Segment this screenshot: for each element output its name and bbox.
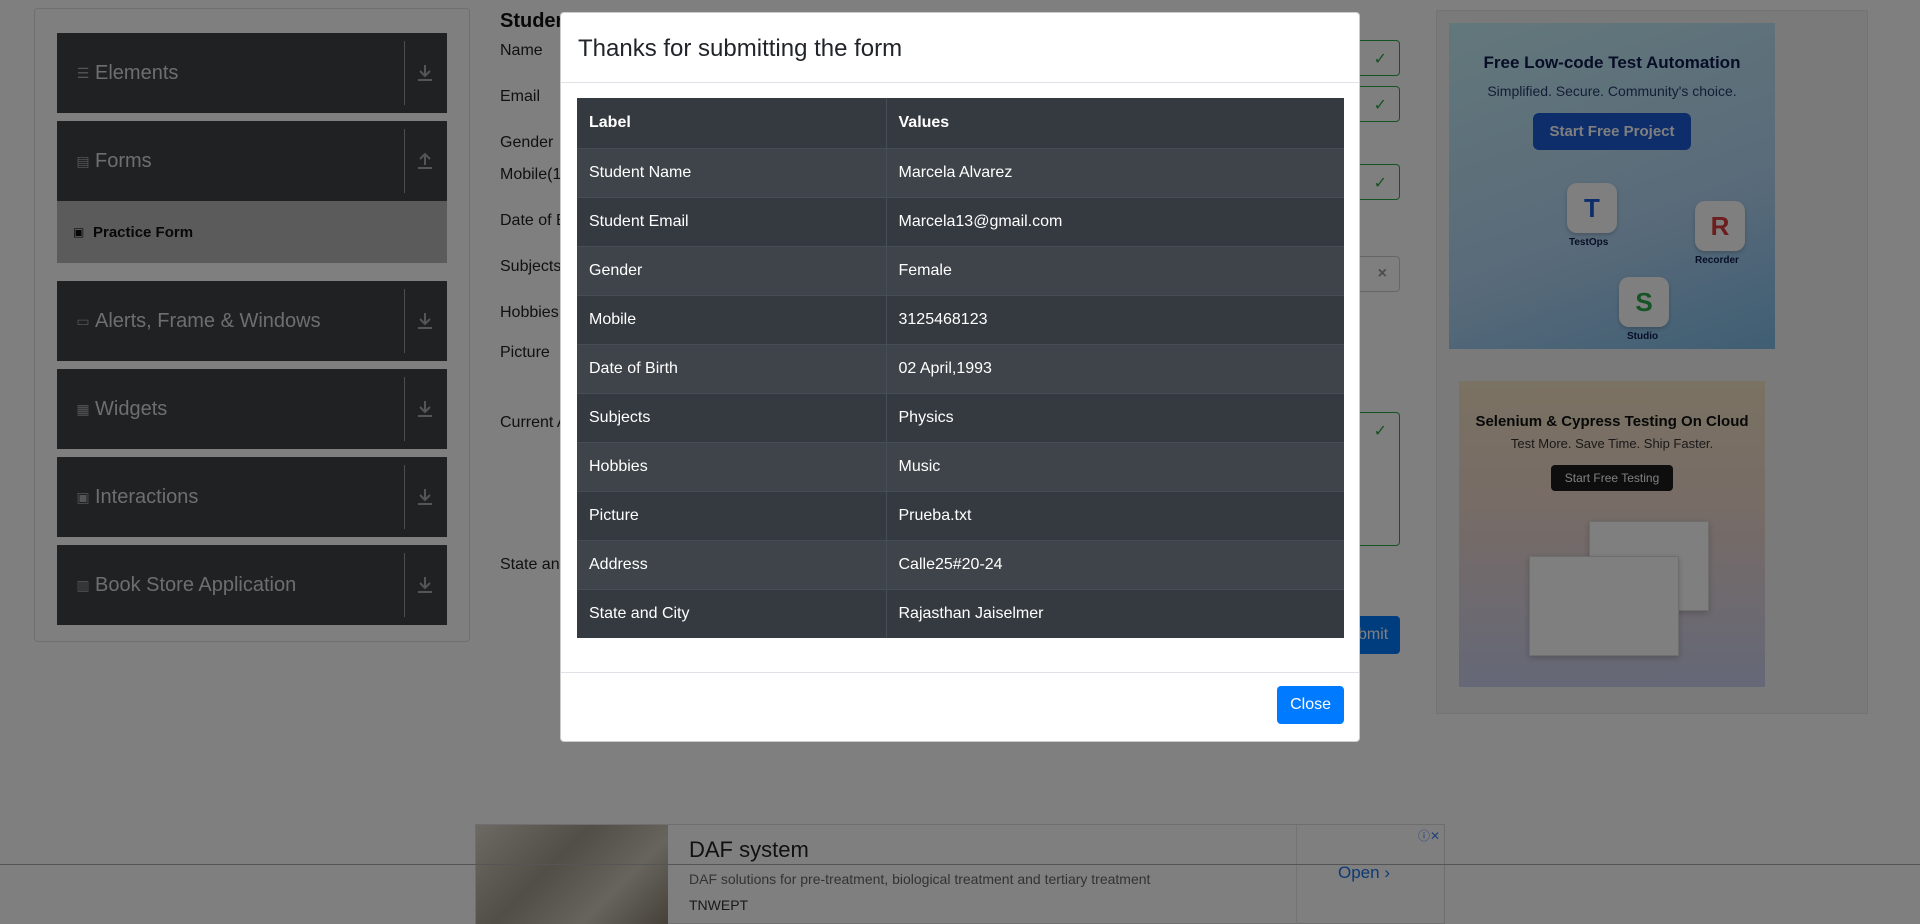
results-table: Label Values Student Name Marcela Alvarez…: [577, 98, 1344, 638]
row-label: Student Name: [577, 147, 887, 197]
row-value: Rajasthan Jaiselmer: [886, 588, 1344, 638]
close-button[interactable]: Close: [1277, 686, 1344, 724]
row-value: 3125468123: [886, 294, 1344, 344]
row-value: Prueba.txt: [886, 490, 1344, 540]
table-row: Address Calle25#20-24: [577, 539, 1344, 589]
modal-header: Thanks for submitting the form: [561, 13, 1359, 83]
table-row: State and City Rajasthan Jaiselmer: [577, 588, 1344, 638]
divider: [0, 864, 1920, 865]
modal-title: Thanks for submitting the form: [578, 35, 903, 62]
row-value: Calle25#20-24: [886, 539, 1344, 589]
column-header-values: Values: [898, 113, 950, 131]
submission-modal: Thanks for submitting the form Label Val…: [560, 12, 1360, 742]
row-label: Mobile: [577, 294, 887, 344]
table-row: Gender Female: [577, 245, 1344, 295]
table-row: Subjects Physics: [577, 392, 1344, 442]
row-value: Marcela13@gmail.com: [886, 196, 1344, 246]
row-value: Marcela Alvarez: [886, 147, 1344, 197]
table-row: Hobbies Music: [577, 441, 1344, 491]
row-label: Student Email: [577, 196, 887, 246]
row-label: Date of Birth: [577, 343, 887, 393]
row-label: Gender: [577, 245, 887, 295]
row-value: Music: [886, 441, 1344, 491]
table-header-row: Label Values: [577, 98, 1344, 148]
row-label: State and City: [577, 588, 887, 638]
row-label: Hobbies: [577, 441, 887, 491]
row-value: Physics: [886, 392, 1344, 442]
row-label: Picture: [577, 490, 887, 540]
row-label: Subjects: [577, 392, 887, 442]
table-row: Picture Prueba.txt: [577, 490, 1344, 540]
modal-body: Label Values Student Name Marcela Alvarez…: [561, 83, 1359, 653]
table-row: Date of Birth 02 April,1993: [577, 343, 1344, 393]
table-row: Student Email Marcela13@gmail.com: [577, 196, 1344, 246]
modal-footer: Close: [561, 672, 1359, 742]
row-value: 02 April,1993: [886, 343, 1344, 393]
row-label: Address: [577, 539, 887, 589]
column-header-label: Label: [577, 98, 887, 148]
row-value: Female: [886, 245, 1344, 295]
table-row: Student Name Marcela Alvarez: [577, 147, 1344, 197]
table-row: Mobile 3125468123: [577, 294, 1344, 344]
